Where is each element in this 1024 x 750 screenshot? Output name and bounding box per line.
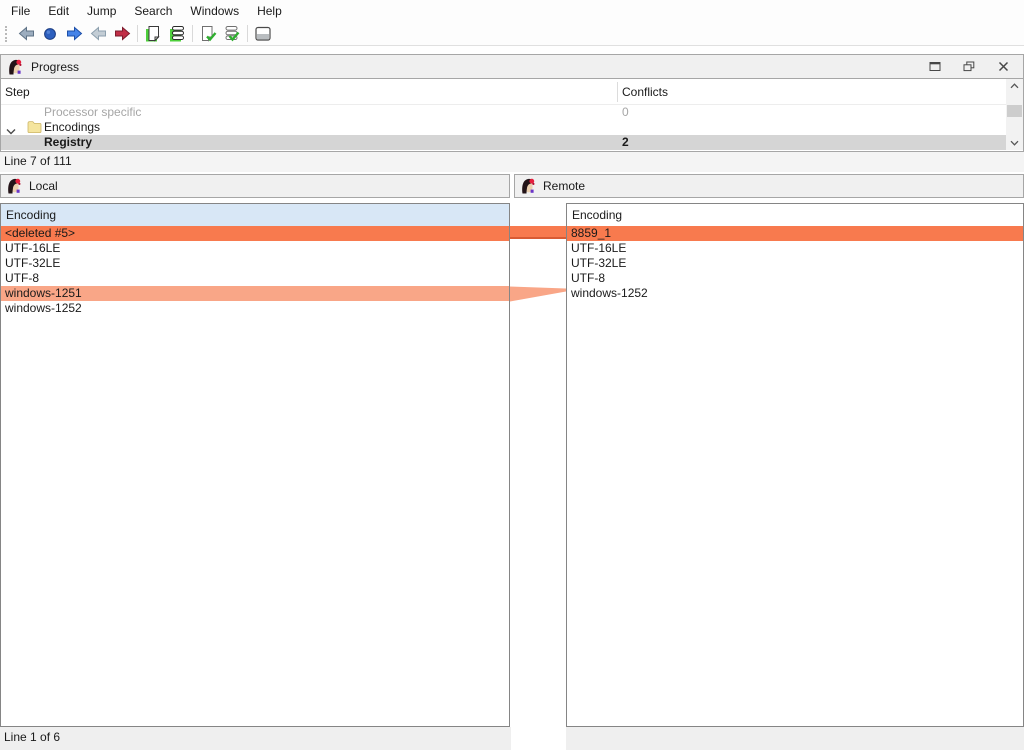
merge-area: Encoding <deleted #5> UTF-16LE UTF-32LE … (0, 203, 1024, 727)
app-window: File Edit Jump Search Windows Help (0, 0, 1024, 750)
table-row-processor-specific[interactable]: Processor specific 0 (1, 105, 1006, 120)
open-file-button[interactable] (141, 23, 165, 45)
maximize-button[interactable] (927, 60, 943, 74)
current-position-button[interactable] (38, 23, 62, 45)
app-geisha-icon (7, 59, 23, 75)
list-item[interactable]: UTF-8 (1, 271, 509, 286)
save-stack-button[interactable] (220, 23, 244, 45)
remote-column-header[interactable]: Encoding (567, 204, 1023, 226)
open-stack-button[interactable] (165, 23, 189, 45)
scroll-up-button[interactable] (1006, 79, 1023, 93)
table-scrollbar[interactable] (1006, 79, 1023, 150)
close-icon (998, 61, 1009, 72)
diff-connector-light (510, 286, 566, 304)
merge-status-text: Line 1 of 6 (4, 730, 60, 744)
chevron-up-icon (1010, 83, 1019, 89)
menu-search[interactable]: Search (125, 1, 181, 21)
menu-help[interactable]: Help (248, 1, 291, 21)
list-item[interactable]: UTF-32LE (567, 256, 1023, 271)
remote-title: Remote (543, 179, 585, 193)
nav-forward-button[interactable] (62, 23, 86, 45)
step-cell: Encodings (44, 120, 100, 135)
previous-gray-arrow-icon (90, 26, 107, 41)
column-header-conflicts[interactable]: Conflicts (622, 85, 668, 99)
step-cell: Registry (44, 135, 92, 150)
back-arrow-icon (18, 26, 35, 41)
menu-jump[interactable]: Jump (78, 1, 125, 21)
menu-file[interactable]: File (2, 1, 39, 21)
list-item[interactable]: UTF-32LE (1, 256, 509, 271)
diff-gutter (510, 203, 566, 727)
list-item[interactable]: windows-1252 (567, 286, 1023, 301)
conflicts-cell: 2 (622, 135, 629, 150)
restore-button[interactable] (961, 60, 977, 74)
table-row-encodings[interactable]: Encodings (1, 120, 1006, 135)
chevron-down-icon (1010, 140, 1019, 146)
window-box-icon (254, 26, 272, 42)
forward-arrow-icon (66, 26, 83, 41)
progress-status-text: Line 7 of 111 (4, 154, 72, 168)
save-file-button[interactable] (196, 23, 220, 45)
gutter-extension (511, 727, 566, 750)
restore-icon (963, 61, 975, 72)
scrollbar-thumb[interactable] (1007, 105, 1022, 117)
table-row-registry[interactable]: Registry 2 (1, 135, 1006, 150)
stack-check-icon (223, 25, 241, 43)
list-item[interactable]: UTF-16LE (567, 241, 1023, 256)
maximize-icon (929, 61, 941, 72)
menu-bar: File Edit Jump Search Windows Help (0, 0, 1024, 22)
list-item[interactable]: windows-1251 (1, 286, 509, 301)
local-titlebar: Local (0, 174, 510, 198)
local-title: Local (29, 179, 58, 193)
local-column-header[interactable]: Encoding (1, 204, 509, 226)
toolbar-separator (192, 25, 193, 42)
progress-table: Step Conflicts Processor specific 0 Enco… (1, 79, 1023, 150)
toolbar (0, 22, 1024, 46)
progress-window: Progress Step Conflicts Processor s (0, 54, 1024, 152)
progress-status-bar: Line 7 of 111 (0, 152, 1024, 172)
toolbar-separator (247, 25, 248, 42)
next-change-button[interactable] (110, 23, 134, 45)
list-item[interactable]: windows-1252 (1, 301, 509, 316)
remote-pane: Encoding 8859_1 UTF-16LE UTF-32LE UTF-8 … (566, 203, 1024, 727)
window-controls (927, 60, 1017, 74)
scroll-down-button[interactable] (1006, 136, 1023, 150)
conflicts-cell: 0 (622, 105, 629, 120)
progress-titlebar: Progress (1, 55, 1023, 79)
remote-titlebar: Remote (514, 174, 1024, 198)
list-item[interactable]: UTF-16LE (1, 241, 509, 256)
column-divider (617, 82, 618, 102)
menu-edit[interactable]: Edit (39, 1, 78, 21)
list-item[interactable]: UTF-8 (567, 271, 1023, 286)
list-item[interactable]: 8859_1 (567, 226, 1023, 241)
current-position-icon (43, 27, 57, 41)
progress-title: Progress (31, 60, 79, 74)
app-geisha-icon (520, 178, 536, 194)
prev-change-button[interactable] (86, 23, 110, 45)
menu-windows[interactable]: Windows (181, 1, 248, 21)
close-button[interactable] (995, 60, 1011, 74)
local-pane: Encoding <deleted #5> UTF-16LE UTF-32LE … (0, 203, 510, 727)
document-check-icon (199, 25, 217, 43)
stack-icon (168, 25, 186, 43)
progress-table-header: Step Conflicts (1, 79, 1023, 105)
document-icon (144, 25, 162, 43)
step-cell: Processor specific (44, 105, 141, 120)
column-header-step[interactable]: Step (5, 85, 30, 99)
app-geisha-icon (6, 178, 22, 194)
nav-back-button[interactable] (14, 23, 38, 45)
toolbar-separator (137, 25, 138, 42)
toolbar-grip-handle[interactable] (5, 26, 10, 42)
list-item[interactable]: <deleted #5> (1, 226, 509, 241)
window-view-button[interactable] (251, 23, 275, 45)
next-red-arrow-icon (114, 26, 131, 41)
diff-connector-strong (510, 226, 566, 239)
